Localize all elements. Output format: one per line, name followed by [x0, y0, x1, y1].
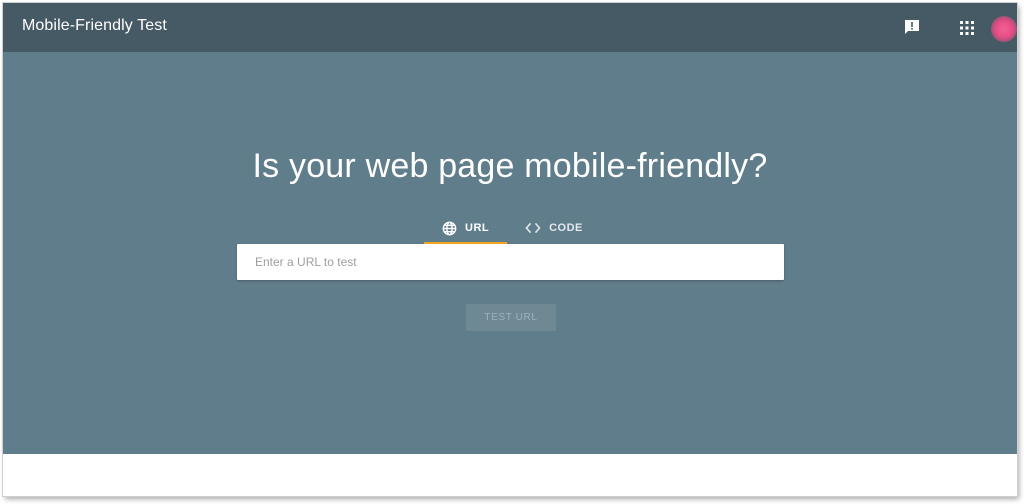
app-title: Mobile-Friendly Test — [22, 17, 167, 34]
input-mode-tabs: URL CODE — [424, 215, 601, 245]
page-headline: Is your web page mobile-friendly? — [252, 147, 768, 185]
feedback-button[interactable] — [902, 17, 922, 37]
globe-icon — [442, 221, 457, 235]
top-app-bar: Mobile-Friendly Test — [3, 3, 1017, 52]
test-url-button[interactable]: TEST URL — [466, 304, 556, 331]
apps-grid-icon — [960, 21, 974, 35]
tab-url-label: URL — [465, 222, 490, 234]
hero-section: Is your web page mobile-friendly? URL CO… — [3, 52, 1017, 454]
tab-code[interactable]: CODE — [507, 215, 601, 245]
feedback-icon — [905, 20, 919, 34]
apps-button[interactable] — [957, 18, 977, 38]
url-input[interactable] — [237, 244, 784, 280]
browser-viewport: Mobile-Friendly Test Is your web page mo… — [3, 3, 1017, 496]
code-icon — [525, 222, 541, 234]
tab-code-label: CODE — [549, 222, 583, 234]
account-avatar[interactable] — [991, 16, 1017, 42]
tab-url[interactable]: URL — [424, 215, 508, 245]
